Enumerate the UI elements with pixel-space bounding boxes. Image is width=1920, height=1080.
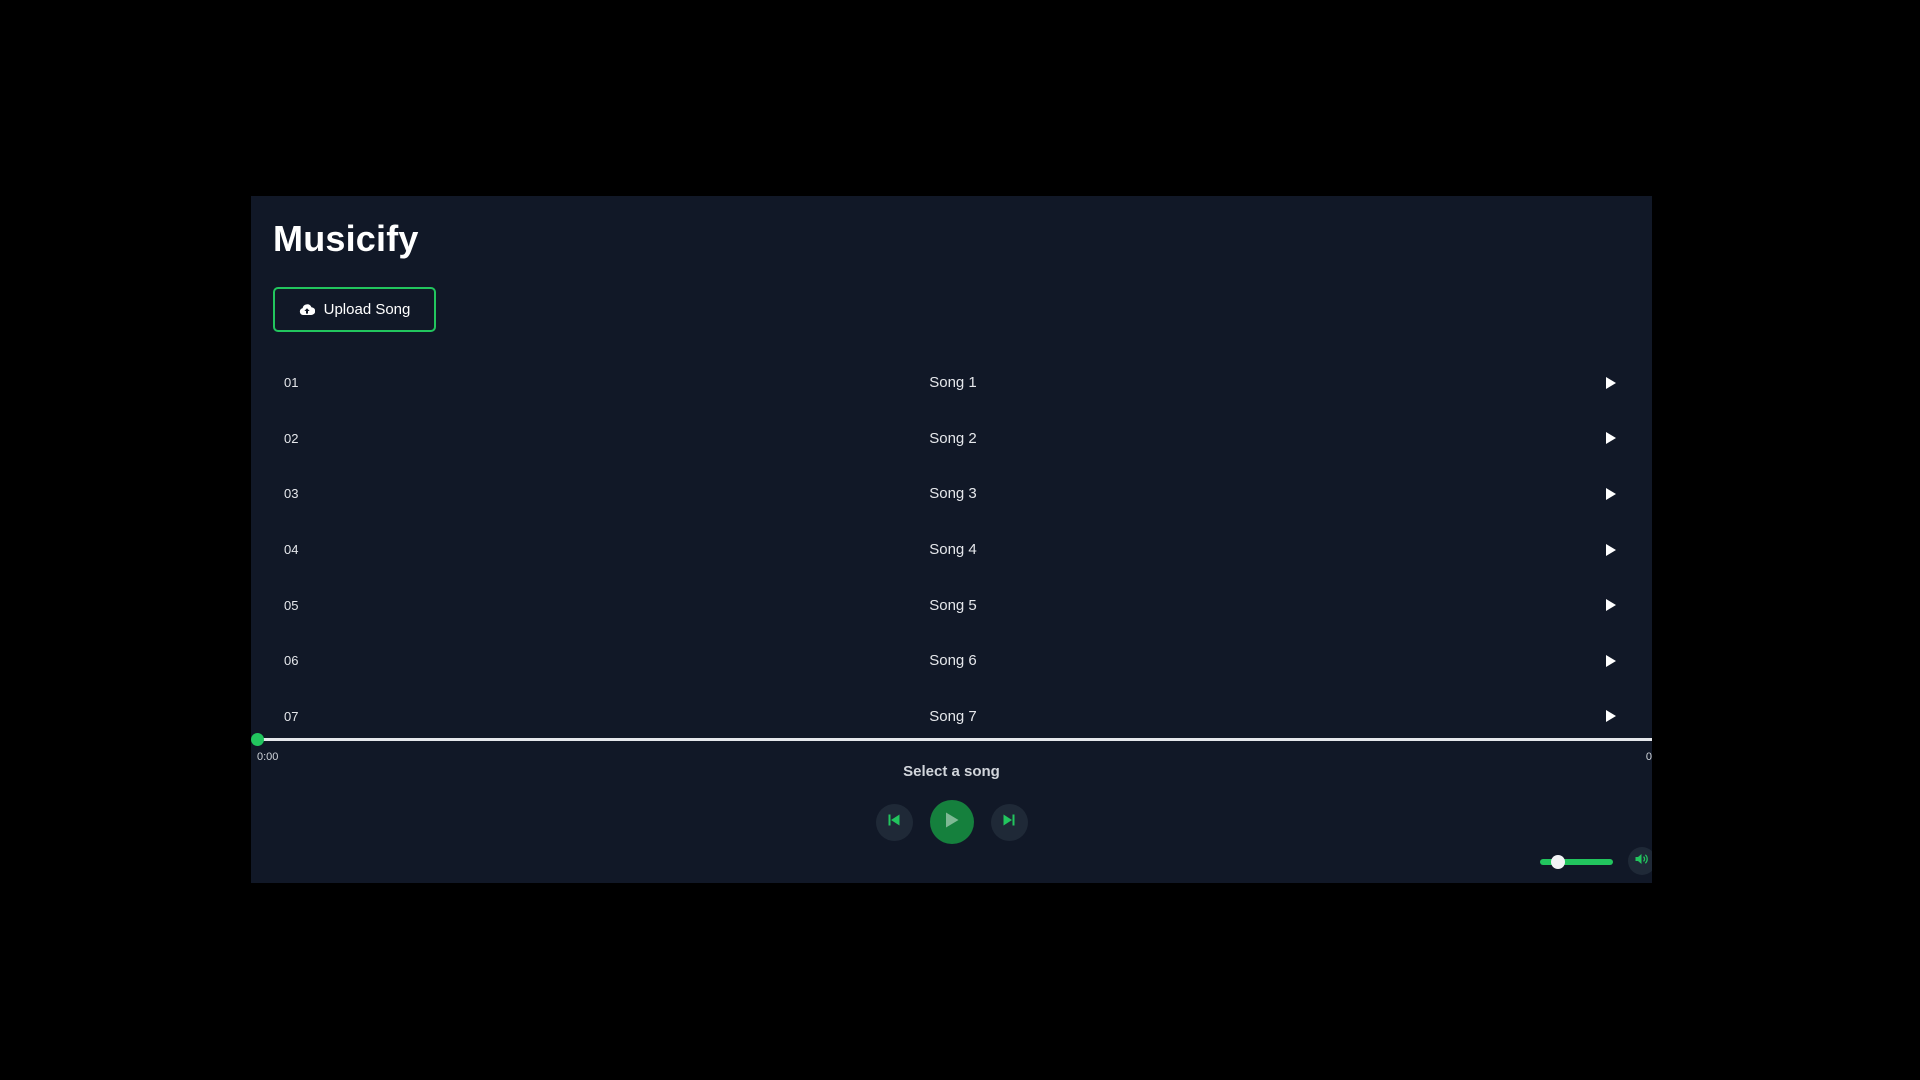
song-title: Song 7	[929, 707, 977, 725]
song-title: Song 3	[929, 485, 977, 503]
playback-controls	[251, 800, 1652, 844]
song-row[interactable]: 04 Song 4	[273, 522, 1633, 578]
play-icon	[945, 812, 959, 833]
previous-button[interactable]	[875, 803, 913, 841]
play-icon[interactable]	[1604, 487, 1618, 501]
song-title: Song 5	[929, 596, 977, 614]
play-button[interactable]	[929, 800, 974, 844]
volume-slider[interactable]	[1540, 855, 1613, 869]
volume-button[interactable]	[1628, 847, 1652, 875]
song-number: 05	[284, 597, 299, 613]
upload-song-label: Upload Song	[323, 301, 411, 318]
now-playing-text: Select a song	[903, 763, 1000, 780]
song-row[interactable]: 06 Song 6	[273, 633, 1633, 689]
song-row[interactable]: 01 Song 1	[273, 355, 1633, 411]
song-number: 03	[284, 486, 299, 502]
song-number: 02	[284, 430, 299, 446]
play-icon[interactable]	[1604, 598, 1618, 612]
song-list: 01 Song 1 02 Song 2 03 Song 3 04 Song 4	[273, 355, 1633, 744]
progress-thumb[interactable]	[251, 733, 264, 746]
current-time: 0:00	[257, 751, 279, 763]
next-button[interactable]	[990, 803, 1028, 841]
song-title: Song 4	[929, 541, 977, 559]
skip-forward-icon	[1003, 813, 1015, 831]
total-time: 0	[1645, 751, 1652, 763]
play-icon[interactable]	[1604, 709, 1618, 723]
upload-song-button[interactable]: Upload Song	[273, 287, 436, 332]
song-title: Song 6	[929, 652, 977, 670]
song-row[interactable]: 07 Song 7	[273, 689, 1633, 745]
skip-back-icon	[888, 813, 900, 831]
song-row[interactable]: 05 Song 5	[273, 577, 1633, 633]
song-row[interactable]: 02 Song 2	[273, 411, 1633, 467]
song-number: 06	[284, 653, 299, 669]
music-player-app: Musicify Upload Song 01 Song 1 02 Song 2…	[251, 196, 1652, 883]
song-number: 01	[284, 375, 299, 391]
song-row[interactable]: 03 Song 3	[273, 466, 1633, 522]
app-title: Musicify	[273, 218, 419, 259]
song-title: Song 2	[929, 429, 977, 447]
play-icon[interactable]	[1604, 654, 1618, 668]
song-title: Song 1	[929, 374, 977, 392]
volume-icon	[1635, 852, 1649, 870]
play-icon[interactable]	[1604, 431, 1618, 445]
cloud-upload-icon	[299, 303, 315, 317]
song-number: 04	[284, 542, 299, 558]
song-number: 07	[284, 708, 299, 724]
play-icon[interactable]	[1604, 543, 1618, 557]
volume-thumb[interactable]	[1551, 855, 1566, 869]
play-icon[interactable]	[1604, 376, 1618, 390]
progress-bar[interactable]	[251, 733, 1652, 746]
